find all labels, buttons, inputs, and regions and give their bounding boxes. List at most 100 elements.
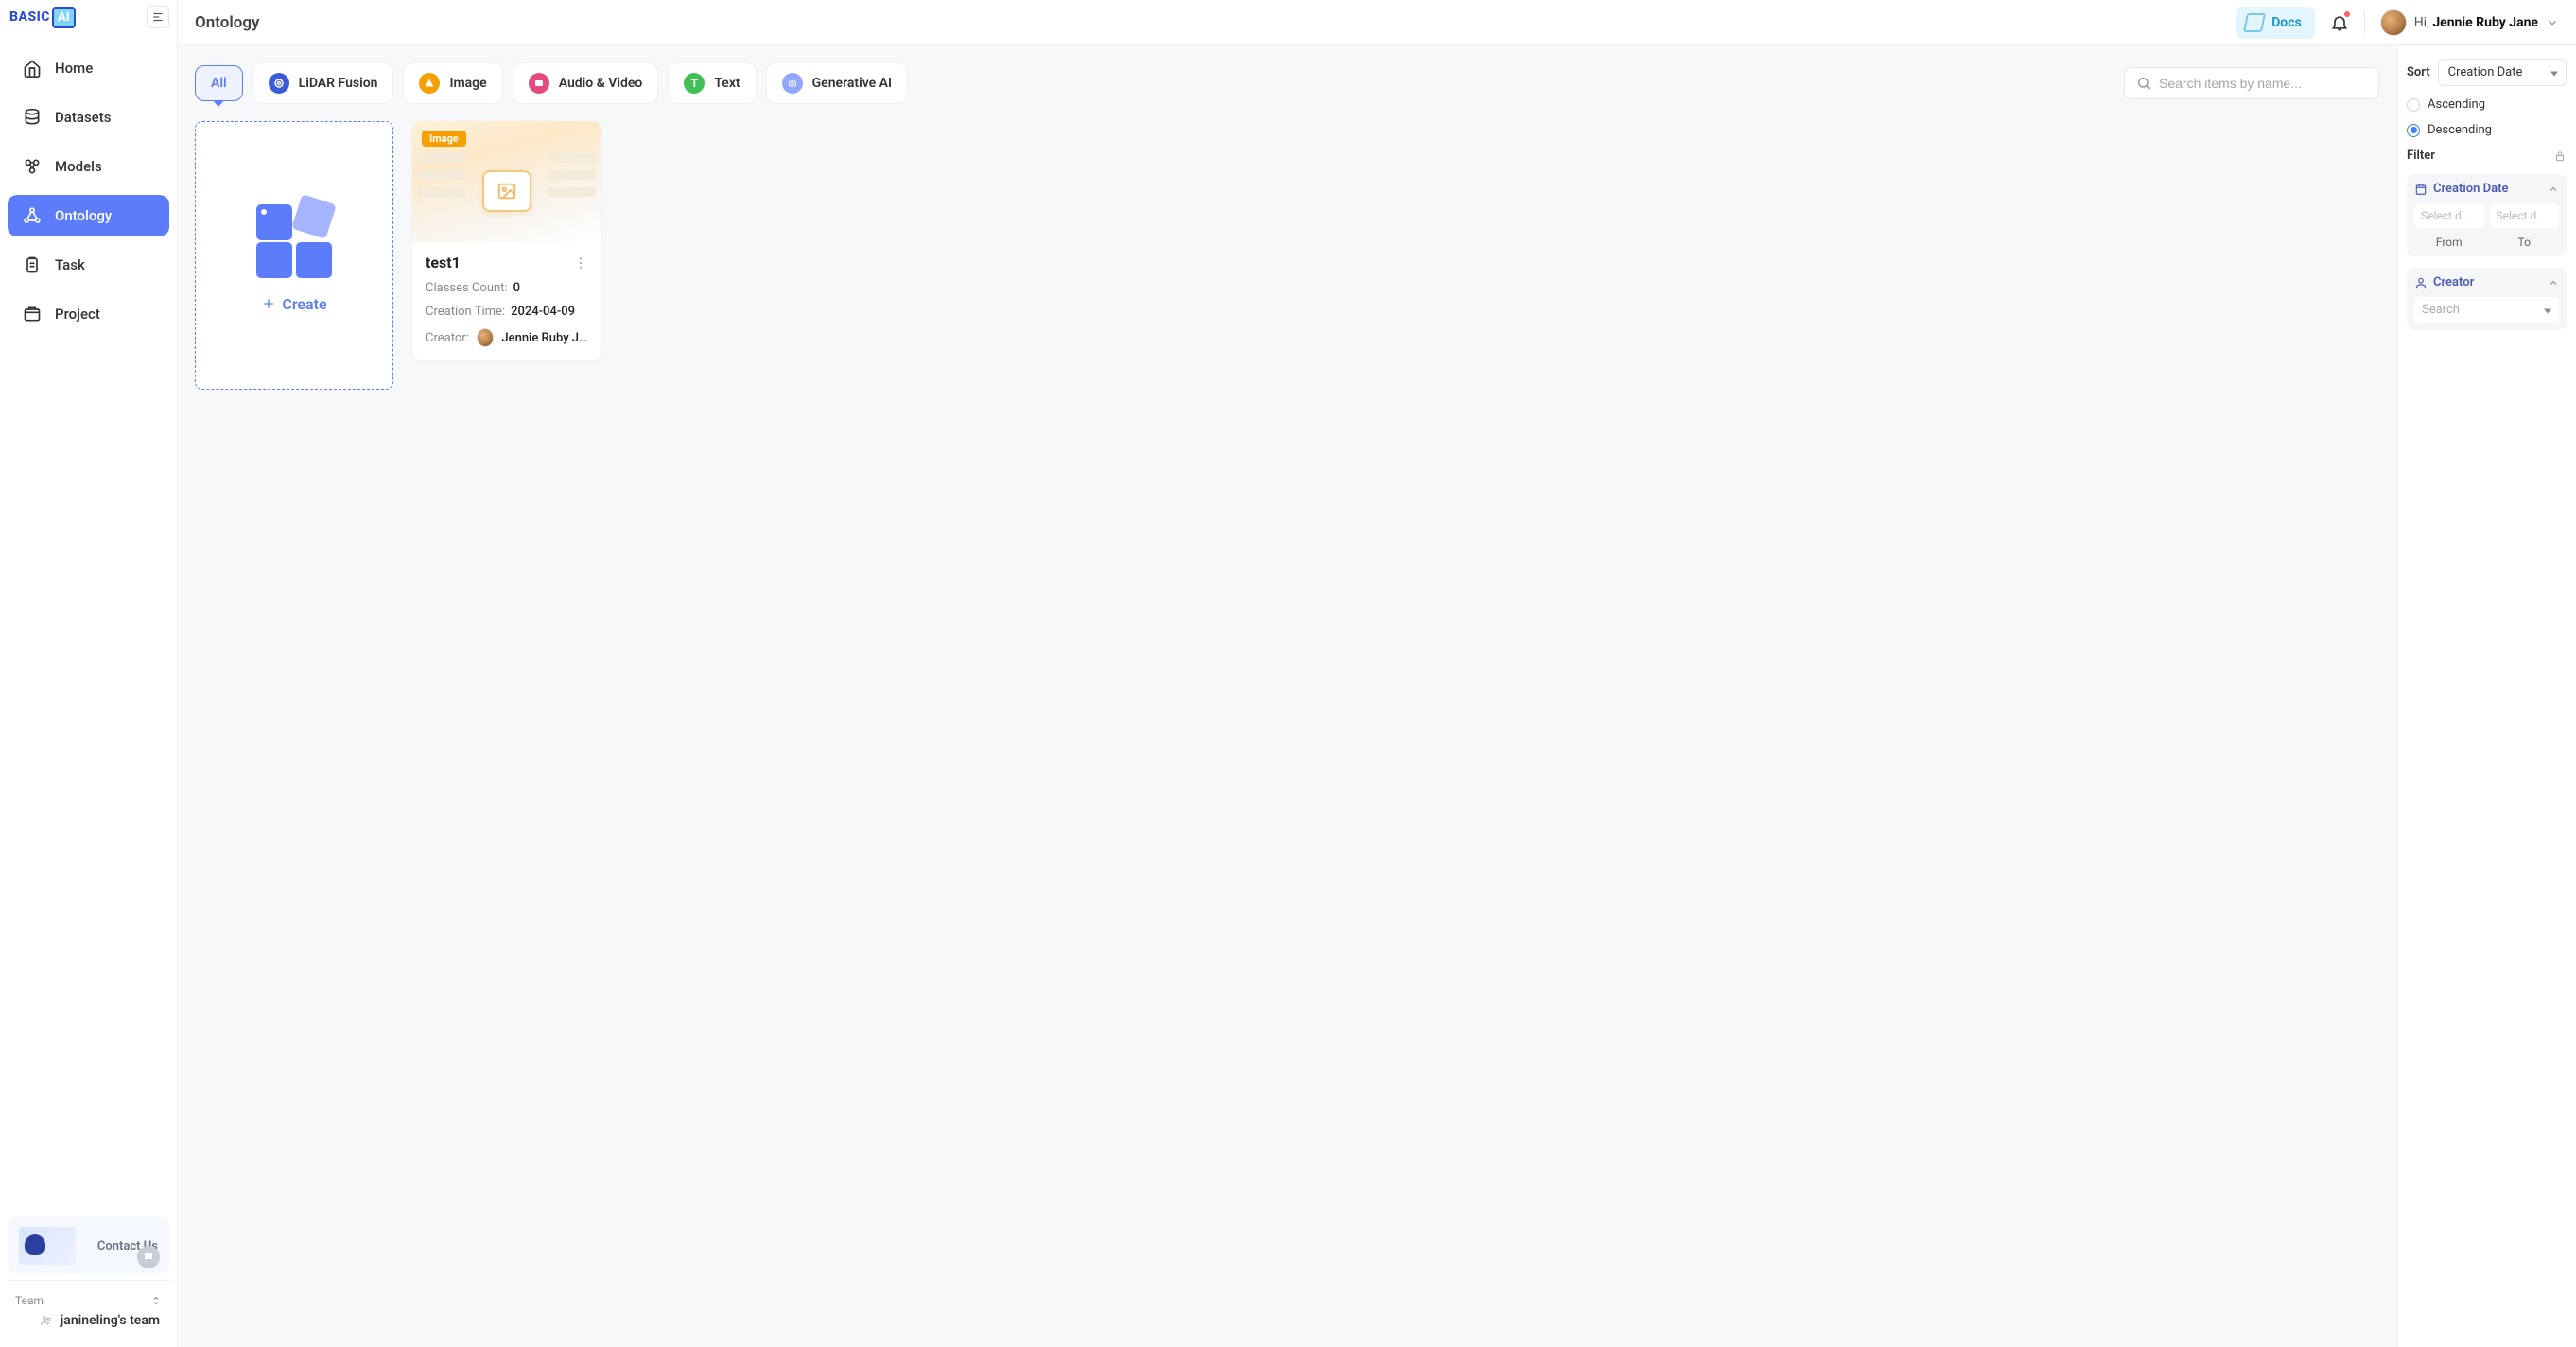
team-name: janineling's team: [61, 1313, 160, 1328]
filter-creation-date-panel: Creation Date Select d... Select d... Fr…: [2407, 174, 2567, 256]
creation-time-value: 2024-04-09: [511, 305, 575, 319]
contact-us-card[interactable]: Contact Us: [8, 1217, 169, 1274]
lidar-icon: [269, 73, 289, 94]
sidebar-item-label: Task: [55, 256, 85, 273]
ontology-card[interactable]: Image tes: [412, 121, 601, 360]
divider: [2364, 11, 2365, 34]
ontology-more-button[interactable]: [573, 255, 588, 271]
sidebar-item-label: Project: [55, 306, 100, 323]
sidebar-item-datasets[interactable]: Datasets: [8, 96, 169, 138]
ontology-icon: [23, 206, 42, 225]
chat-bubble-icon: [137, 1246, 160, 1268]
team-icon: [40, 1314, 53, 1327]
filter-chip-all[interactable]: All: [195, 65, 243, 101]
creation-date-label: Creation Date: [2433, 182, 2508, 196]
sidebar-item-home[interactable]: Home: [8, 47, 169, 89]
brand-text: BASIC: [9, 9, 50, 25]
right-panel: Sort Creation Date Ascending Descending …: [2396, 45, 2576, 1347]
sidebar-item-ontology[interactable]: Ontology: [8, 195, 169, 236]
plus-icon: [261, 296, 276, 311]
sidebar-item-label: Home: [55, 60, 93, 77]
creator-search-select[interactable]: Search: [2414, 297, 2559, 323]
notifications-button[interactable]: [2330, 13, 2349, 32]
date-from-input[interactable]: Select d...: [2414, 203, 2484, 228]
sort-select[interactable]: Creation Date: [2438, 59, 2567, 86]
image-icon: [419, 73, 440, 94]
docs-label: Docs: [2271, 15, 2302, 30]
filter-all-label: All: [211, 76, 227, 91]
sidebar-nav: Home Datasets Models Ontology: [0, 34, 177, 1210]
radio-checked-icon: [2407, 124, 2420, 137]
sidebar-collapse-button[interactable]: [147, 6, 169, 28]
generativeai-icon: [782, 73, 803, 94]
ontology-title: test1: [426, 254, 461, 271]
filter-creation-date-header[interactable]: Creation Date: [2414, 182, 2559, 196]
sort-ascending-radio[interactable]: Ascending: [2407, 97, 2567, 112]
creator-avatar: [477, 328, 495, 347]
chevron-down-icon: [2546, 16, 2559, 29]
task-icon: [23, 255, 42, 274]
sidebar-item-project[interactable]: Project: [8, 293, 169, 335]
filter-chip-text[interactable]: T Text: [668, 62, 756, 104]
sidebar-item-label: Datasets: [55, 109, 111, 126]
filter-label: Filter: [2407, 149, 2435, 163]
docs-button[interactable]: Docs: [2236, 7, 2315, 39]
sidebar-item-label: Ontology: [55, 207, 112, 224]
to-label: To: [2490, 236, 2560, 249]
descending-label: Descending: [2428, 123, 2492, 137]
create-label: Create: [282, 295, 326, 313]
avatar: [2380, 9, 2407, 36]
filter-label: LiDAR Fusion: [299, 76, 378, 91]
sidebar: BASIC AI Home Datasets: [0, 0, 178, 1347]
team-selector[interactable]: janineling's team: [15, 1313, 162, 1328]
text-icon: T: [684, 73, 705, 94]
date-to-input[interactable]: Select d...: [2490, 203, 2560, 228]
models-icon: [23, 157, 42, 176]
topbar: Ontology Docs Hi, Jennie Ruby Jane: [178, 0, 2576, 45]
image-placeholder-icon: [482, 170, 531, 212]
create-ontology-card[interactable]: Create: [195, 121, 393, 390]
home-icon: [23, 59, 42, 78]
filter-bar: All LiDAR Fusion Image: [195, 62, 2379, 104]
brand-logo[interactable]: BASIC AI: [9, 7, 76, 28]
chevron-up-icon: [2548, 277, 2559, 289]
menu-collapse-icon: [151, 10, 165, 24]
ontology-thumbnail: Image: [412, 121, 601, 242]
user-menu[interactable]: Hi, Jennie Ruby Jane: [2380, 9, 2559, 36]
project-icon: [23, 305, 42, 324]
docs-icon: [2245, 13, 2264, 32]
radio-unchecked-icon: [2407, 98, 2420, 112]
user-greeting: Hi,: [2414, 15, 2433, 30]
create-illustration: [254, 199, 334, 278]
filter-label: Generative AI: [812, 76, 892, 91]
search-box[interactable]: [2124, 67, 2379, 99]
sidebar-item-task[interactable]: Task: [8, 244, 169, 286]
person-icon: [2414, 276, 2428, 289]
search-input[interactable]: [2159, 76, 2367, 91]
calendar-icon: [2414, 183, 2428, 196]
notification-dot: [2344, 11, 2350, 17]
creator-value: Jennie Ruby Ja...: [501, 331, 588, 345]
filter-chip-generativeai[interactable]: Generative AI: [766, 62, 908, 104]
type-badge: Image: [422, 131, 466, 147]
creator-filter-label: Creator: [2433, 275, 2474, 289]
classes-count-value: 0: [513, 281, 520, 295]
team-switch-icon[interactable]: [150, 1295, 162, 1306]
ascending-label: Ascending: [2428, 97, 2485, 112]
classes-count-label: Classes Count:: [426, 281, 508, 295]
filter-label: Image: [449, 76, 486, 91]
team-label: Team: [15, 1294, 44, 1307]
from-label: From: [2414, 236, 2484, 249]
creation-time-label: Creation Time:: [426, 305, 505, 319]
filter-chip-audiovideo[interactable]: Audio & Video: [513, 62, 659, 104]
audiovideo-icon: [529, 73, 549, 94]
contact-illustration: [19, 1227, 76, 1265]
filter-creator-header[interactable]: Creator: [2414, 275, 2559, 289]
filter-creator-panel: Creator Search: [2407, 268, 2567, 330]
filter-chip-lidar[interactable]: LiDAR Fusion: [252, 62, 394, 104]
creator-label: Creator:: [426, 331, 469, 345]
filter-chip-image[interactable]: Image: [403, 62, 502, 104]
sort-descending-radio[interactable]: Descending: [2407, 123, 2567, 137]
sidebar-item-models[interactable]: Models: [8, 146, 169, 187]
lock-icon: [2553, 149, 2567, 163]
